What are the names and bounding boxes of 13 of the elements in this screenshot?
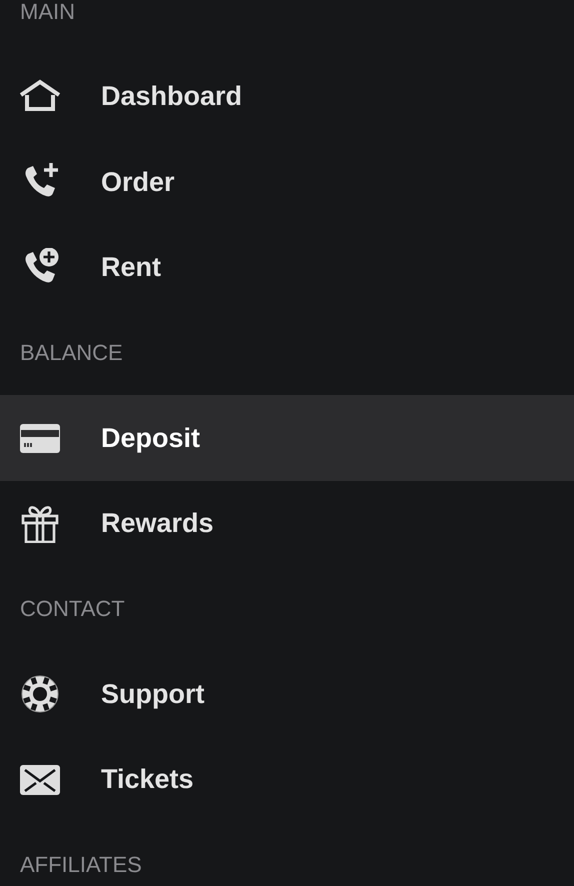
section-heading: BALANCE xyxy=(20,340,123,366)
sidebar-item[interactable]: Tickets xyxy=(0,736,574,822)
section-heading: CONTACT xyxy=(20,596,125,622)
sidebar-item[interactable]: Deposit xyxy=(0,395,574,481)
sidebar-item[interactable]: Rewards xyxy=(0,480,574,566)
sidebar-item[interactable]: Rent xyxy=(0,224,574,310)
sidebar-item[interactable]: Support xyxy=(0,651,574,737)
sidebar-item[interactable]: Dashboard xyxy=(0,54,574,140)
section-heading: AFFILIATES xyxy=(20,852,142,878)
gift-icon xyxy=(20,503,60,544)
section-heading: MAIN xyxy=(20,0,75,25)
lifebuoy-icon xyxy=(20,674,60,714)
sidebar-item[interactable]: Order xyxy=(0,140,574,225)
